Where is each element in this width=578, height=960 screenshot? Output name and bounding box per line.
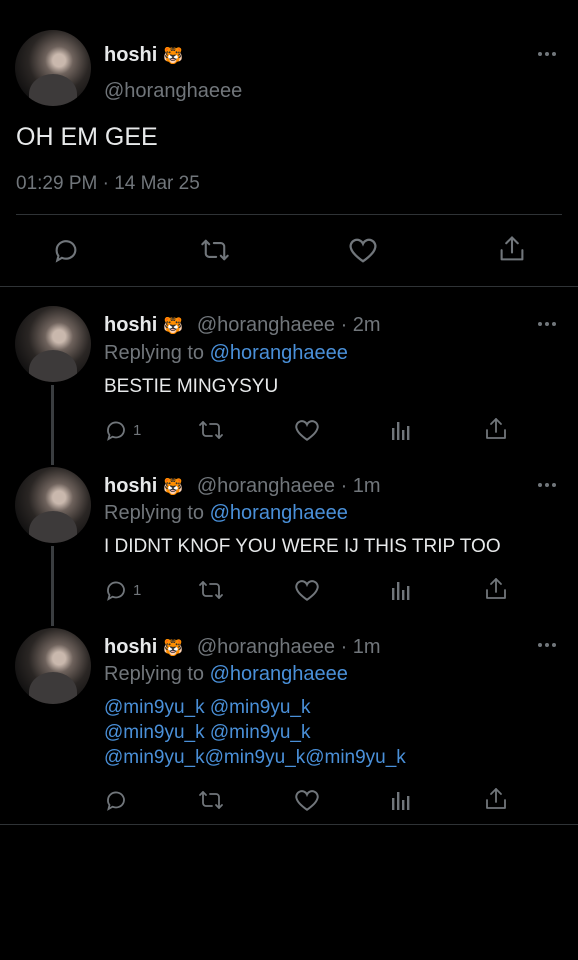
tweet-timestamp: 01:29 PM · 14 Mar 25 — [16, 173, 200, 194]
analytics-icon[interactable] — [390, 788, 412, 812]
avatar[interactable] — [15, 628, 91, 704]
more-options-icon[interactable] — [538, 322, 556, 326]
avatar[interactable] — [15, 467, 91, 543]
reply-count: 1 — [133, 422, 142, 439]
more-options-icon[interactable] — [538, 643, 556, 647]
share-icon[interactable] — [498, 234, 526, 264]
author-handle[interactable]: @horanghaeee — [104, 80, 242, 103]
share-icon[interactable] — [484, 576, 508, 602]
replying-prefix: Replying to — [104, 663, 205, 685]
replying-prefix: Replying to — [104, 502, 205, 524]
tiger-emoji: 🐯 — [163, 48, 184, 65]
reply-icon[interactable] — [104, 788, 128, 812]
reply-icon[interactable] — [52, 236, 80, 264]
thread-line — [51, 546, 54, 626]
replying-prefix: Replying to — [104, 342, 205, 364]
replying-to: Replying to @horanghaeee — [104, 502, 348, 525]
handle-time: @horanghaeee · 1m — [196, 636, 381, 658]
replying-to: Replying to @horanghaeee — [104, 663, 348, 686]
retweet-icon[interactable] — [198, 578, 224, 602]
reply-count: 1 — [133, 582, 142, 599]
like-icon[interactable] — [294, 788, 320, 812]
tweet-text: BESTIE MINGYSYU — [104, 376, 279, 397]
share-icon[interactable] — [484, 786, 508, 812]
reply-icon[interactable] — [104, 578, 128, 602]
avatar[interactable] — [15, 306, 91, 382]
tiger-emoji: 🐯 — [163, 640, 184, 657]
analytics-icon[interactable] — [390, 578, 412, 602]
author-name-text: hoshi — [104, 44, 158, 66]
handle-time: @horanghaeee · 1m — [196, 475, 381, 497]
replying-to-link[interactable]: @horanghaeee — [210, 342, 348, 364]
reply-header: hoshi 🐯 @horanghaeee · 1m — [104, 475, 381, 498]
like-icon[interactable] — [294, 418, 320, 442]
share-icon[interactable] — [484, 416, 508, 442]
mention-line[interactable]: @min9yu_k @min9yu_k — [104, 720, 406, 745]
author-name[interactable]: hoshi — [104, 636, 157, 658]
tiger-emoji: 🐯 — [163, 479, 184, 496]
analytics-icon[interactable] — [390, 418, 412, 442]
like-icon[interactable] — [348, 236, 378, 264]
replying-to-link[interactable]: @horanghaeee — [210, 663, 348, 685]
thread-line — [51, 385, 54, 465]
mentions-text: @min9yu_k @min9yu_k @min9yu_k @min9yu_k … — [104, 695, 406, 770]
retweet-icon[interactable] — [198, 788, 224, 812]
more-options-icon[interactable] — [538, 483, 556, 487]
author-name[interactable]: hoshi 🐯 — [104, 44, 183, 67]
replying-to: Replying to @horanghaeee — [104, 342, 348, 365]
tweet-text: OH EM GEE — [16, 123, 158, 151]
tiger-emoji: 🐯 — [163, 318, 184, 335]
replying-to-link[interactable]: @horanghaeee — [210, 502, 348, 524]
divider — [0, 824, 578, 825]
reply-header: hoshi 🐯 @horanghaeee · 2m — [104, 314, 381, 337]
reply-header: hoshi 🐯 @horanghaeee · 1m — [104, 636, 381, 659]
reply-icon[interactable] — [104, 418, 128, 442]
author-name[interactable]: hoshi — [104, 314, 157, 336]
tweet-text: I DIDNT KNOF YOU WERE IJ THIS TRIP TOO — [104, 536, 501, 557]
retweet-icon[interactable] — [198, 418, 224, 442]
retweet-icon[interactable] — [200, 236, 230, 264]
like-icon[interactable] — [294, 578, 320, 602]
divider — [16, 214, 562, 215]
avatar[interactable] — [15, 30, 91, 106]
handle-time: @horanghaeee · 2m — [196, 314, 381, 336]
divider — [0, 286, 578, 287]
mention-line[interactable]: @min9yu_k @min9yu_k — [104, 695, 406, 720]
mention-line[interactable]: @min9yu_k@min9yu_k@min9yu_k — [104, 745, 406, 770]
author-name[interactable]: hoshi — [104, 475, 157, 497]
more-options-icon[interactable] — [538, 52, 556, 56]
